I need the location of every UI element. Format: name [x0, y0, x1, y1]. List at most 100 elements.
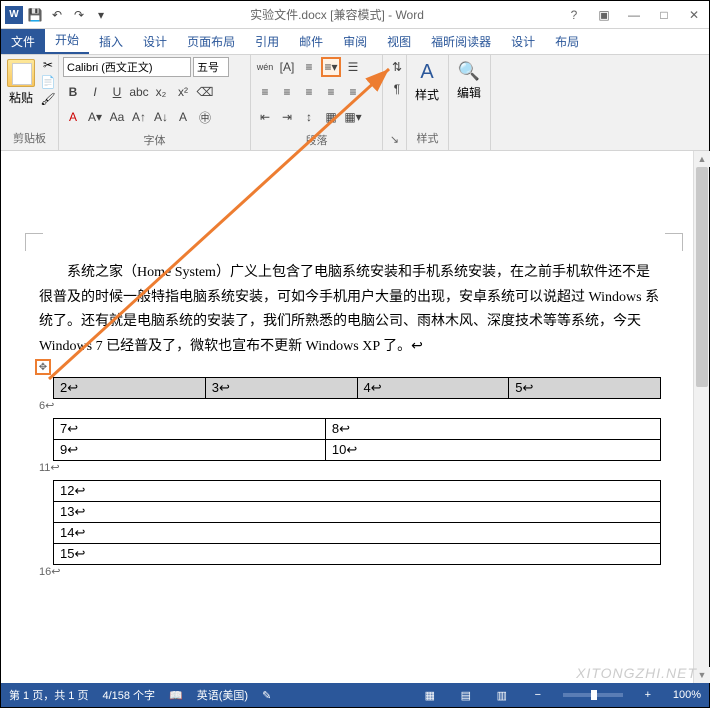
show-marks-icon[interactable]: ¶: [387, 79, 407, 99]
scroll-up-icon[interactable]: ▲: [694, 151, 710, 167]
cell[interactable]: 2↩: [54, 378, 206, 399]
scroll-thumb[interactable]: [696, 167, 708, 387]
cell[interactable]: 5↩: [509, 378, 661, 399]
table-row: 14↩: [54, 523, 661, 544]
shading-icon[interactable]: ▦: [321, 107, 341, 127]
font-size-combo[interactable]: 五号: [193, 57, 229, 77]
align-justify-icon[interactable]: ≡: [321, 82, 341, 102]
copy-icon[interactable]: 📄: [39, 74, 57, 90]
align-left-icon[interactable]: ≡: [255, 82, 275, 102]
body-paragraph[interactable]: 系统之家（Home System）广义上包含了电脑系统安装和手机系统安装，在之前…: [39, 261, 661, 359]
numbering-dropdown-button[interactable]: ≡▾: [321, 57, 341, 77]
clear-format-icon[interactable]: ⌫: [195, 82, 215, 102]
font-color-icon[interactable]: A▾: [85, 107, 105, 127]
line-spacing-icon[interactable]: ↕: [299, 107, 319, 127]
italic-icon[interactable]: I: [85, 82, 105, 102]
cell[interactable]: 9↩: [54, 440, 326, 461]
clipboard-group-label: 剪贴板: [5, 128, 54, 148]
paste-button[interactable]: 粘贴: [5, 57, 37, 108]
tab-design[interactable]: 设计: [133, 29, 177, 54]
vertical-scrollbar[interactable]: ▲ ▼: [693, 151, 709, 683]
decrease-indent-icon[interactable]: ⇤: [255, 107, 275, 127]
status-page[interactable]: 第 1 页，共 1 页: [9, 687, 88, 703]
zoom-slider[interactable]: [563, 693, 623, 697]
change-case-icon[interactable]: Aa: [107, 107, 127, 127]
table-2[interactable]: 7↩8↩ 9↩10↩: [53, 418, 661, 461]
tab-mailings[interactable]: 邮件: [289, 29, 333, 54]
phonetic-icon[interactable]: wén: [255, 57, 275, 77]
cell[interactable]: 10↩: [325, 440, 660, 461]
redo-icon[interactable]: ↷: [69, 5, 89, 25]
zoom-level[interactable]: 100%: [673, 689, 701, 701]
help-icon[interactable]: ?: [563, 4, 585, 26]
subscript-icon[interactable]: x₂: [151, 82, 171, 102]
status-insert-icon[interactable]: ✎: [262, 689, 271, 702]
align-center-icon[interactable]: ≡: [277, 82, 297, 102]
status-proofing-icon[interactable]: 📖: [169, 689, 183, 702]
zoom-out-icon[interactable]: −: [527, 686, 549, 704]
cut-icon[interactable]: ✂: [39, 57, 57, 73]
tab-page-layout[interactable]: 页面布局: [177, 29, 245, 54]
grow-font-icon[interactable]: A↑: [129, 107, 149, 127]
paste-label: 粘贴: [9, 89, 33, 106]
maximize-icon[interactable]: □: [653, 4, 675, 26]
cell[interactable]: 15↩: [54, 544, 661, 565]
qat-dropdown-icon[interactable]: ▾: [91, 5, 111, 25]
strikethrough-icon[interactable]: abc: [129, 82, 149, 102]
cell[interactable]: 14↩: [54, 523, 661, 544]
table-1[interactable]: 2↩ 3↩ 4↩ 5↩: [53, 377, 661, 399]
styles-button[interactable]: A 样式: [411, 57, 443, 107]
borders-icon[interactable]: ▦▾: [343, 107, 363, 127]
tab-review[interactable]: 审阅: [333, 29, 377, 54]
cell[interactable]: 8↩: [325, 419, 660, 440]
char-shading-icon[interactable]: [A]: [277, 57, 297, 77]
tab-view[interactable]: 视图: [377, 29, 421, 54]
cell[interactable]: 12↩: [54, 481, 661, 502]
bullets-icon[interactable]: ≡: [299, 57, 319, 77]
increase-indent-icon[interactable]: ⇥: [277, 107, 297, 127]
tab-foxit[interactable]: 福昕阅读器: [421, 29, 501, 54]
document-area: 系统之家（Home System）广义上包含了电脑系统安装和手机系统安装，在之前…: [1, 151, 709, 683]
highlight-icon[interactable]: A: [63, 107, 83, 127]
tab-table-layout[interactable]: 布局: [545, 29, 589, 54]
status-word-count[interactable]: 4/158 个字: [102, 687, 155, 703]
minimize-icon[interactable]: —: [623, 4, 645, 26]
align-right-icon[interactable]: ≡: [299, 82, 319, 102]
view-web-icon[interactable]: ▥: [491, 686, 513, 704]
superscript-icon[interactable]: x²: [173, 82, 193, 102]
shrink-font-icon[interactable]: A↓: [151, 107, 171, 127]
table-3[interactable]: 12↩ 13↩ 14↩ 15↩: [53, 480, 661, 565]
tab-home[interactable]: 开始: [45, 27, 89, 54]
tab-insert[interactable]: 插入: [89, 29, 133, 54]
distributed-icon[interactable]: ≡: [343, 82, 363, 102]
cell[interactable]: 4↩: [357, 378, 509, 399]
sort-icon[interactable]: ⇅: [387, 57, 407, 77]
status-bar: 第 1 页，共 1 页 4/158 个字 📖 英语(美国) ✎ ▦ ▤ ▥ − …: [1, 683, 709, 707]
bold-icon[interactable]: B: [63, 82, 83, 102]
cell[interactable]: 13↩: [54, 502, 661, 523]
font-name-combo[interactable]: Calibri (西文正文): [63, 57, 191, 77]
underline-icon[interactable]: U: [107, 82, 127, 102]
view-print-icon[interactable]: ▤: [455, 686, 477, 704]
page[interactable]: 系统之家（Home System）广义上包含了电脑系统安装和手机系统安装，在之前…: [9, 159, 691, 683]
cell[interactable]: 3↩: [205, 378, 357, 399]
char-border-icon[interactable]: A: [173, 107, 193, 127]
window-controls: ? ▣ — □ ✕: [563, 4, 705, 26]
find-button[interactable]: 🔍 编辑: [453, 57, 485, 105]
table-3-wrap: 12↩ 13↩ 14↩ 15↩ 16↩: [53, 480, 661, 578]
tab-table-design[interactable]: 设计: [501, 29, 545, 54]
undo-icon[interactable]: ↶: [47, 5, 67, 25]
zoom-in-icon[interactable]: +: [637, 686, 659, 704]
status-language[interactable]: 英语(美国): [197, 687, 248, 703]
close-icon[interactable]: ✕: [683, 4, 705, 26]
view-read-icon[interactable]: ▦: [419, 686, 441, 704]
table-move-handle-icon[interactable]: ✥: [35, 359, 51, 375]
enclose-char-icon[interactable]: ㊥: [195, 107, 215, 127]
cell[interactable]: 7↩: [54, 419, 326, 440]
format-painter-icon[interactable]: 🖌: [39, 91, 57, 107]
tab-references[interactable]: 引用: [245, 29, 289, 54]
save-icon[interactable]: 💾: [25, 5, 45, 25]
tab-file[interactable]: 文件: [1, 29, 45, 54]
multilevel-icon[interactable]: ☰: [343, 57, 363, 77]
ribbon-options-icon[interactable]: ▣: [593, 4, 615, 26]
